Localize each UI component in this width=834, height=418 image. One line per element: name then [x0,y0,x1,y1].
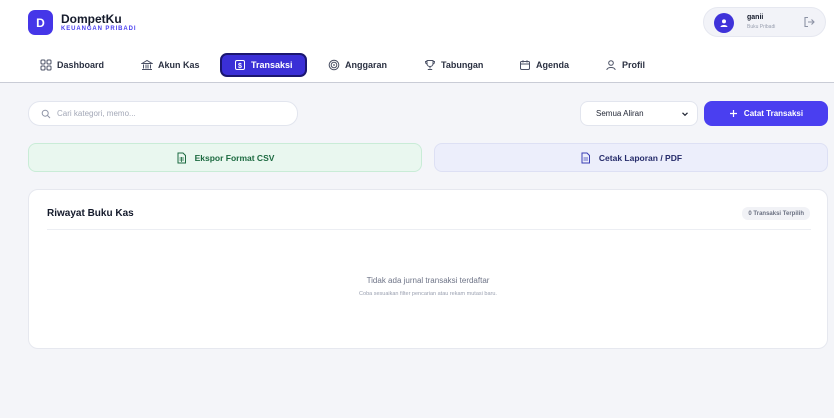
nav-item-transaksi[interactable]: $ Transaksi [220,53,307,77]
calendar-icon [520,60,530,70]
nav-item-profil[interactable]: Profil [597,53,653,77]
nav-item-agenda[interactable]: Agenda [511,53,577,77]
nav-label: Transaksi [251,60,293,70]
brand-subtitle: KEUANGAN PRIBADI [61,26,137,32]
search-input[interactable] [57,109,277,118]
search-bar[interactable] [28,101,298,126]
history-title: Riwayat Buku Kas [47,208,134,219]
trophy-icon [425,60,435,70]
transaction-count-badge: 0 Transaksi Terpilih [742,207,810,220]
plus-icon [729,110,737,117]
avatar[interactable] [714,13,734,33]
dollar-box-icon: $ [235,60,245,70]
main-nav: Dashboard Akun Kas $ Transaksi Anggaran … [0,46,834,83]
add-transaction-label: Catat Transaksi [743,109,804,118]
print-pdf-label: Cetak Laporan / PDF [598,152,683,163]
user-role: Buku Pribadi [747,24,776,30]
divider [47,229,811,230]
nav-item-akun-kas[interactable]: Akun Kas [133,53,208,77]
bank-icon [141,59,153,70]
nav-item-anggaran[interactable]: Anggaran [320,53,395,77]
nav-item-tabungan[interactable]: Tabungan [416,53,491,77]
nav-label: Akun Kas [158,60,200,70]
nav-label: Dashboard [57,60,105,70]
user-menu[interactable]: ganii Buku Pribadi [703,7,826,37]
user-icon [606,60,616,71]
export-csv-button[interactable]: Ekspor Format CSV [28,143,422,172]
empty-state-title: Tidak ada jurnal transaksi terdaftar [366,276,490,285]
target-icon [328,59,340,71]
nav-item-dashboard[interactable]: Dashboard [32,53,112,77]
user-name: ganii [747,14,764,21]
nav-label: Anggaran [345,60,388,70]
document-icon [581,152,590,163]
print-pdf-button[interactable]: Cetak Laporan / PDF [434,143,828,172]
brand-logo[interactable]: D [28,10,53,35]
app-header: D DompetKu KEUANGAN PRIBADI ganii Buku P… [0,0,834,46]
flow-filter-select[interactable]: Semua Aliran [580,101,698,126]
brand-name: DompetKu [61,12,122,26]
empty-state-subtitle: Coba sesuaikan filter pencarian atau rek… [359,291,497,297]
nav-label: Agenda [536,60,570,70]
nav-label: Profil [622,60,646,70]
history-card: Riwayat Buku Kas 0 Transaksi Terpilih Ti… [28,189,828,349]
svg-text:$: $ [238,63,242,70]
chevron-down-icon [682,112,688,117]
grid-icon [40,59,52,71]
spreadsheet-icon [177,152,186,163]
flow-filter-value: Semua Aliran [596,109,644,118]
add-transaction-button[interactable]: Catat Transaksi [704,101,828,126]
user-icon [720,19,728,27]
search-icon [41,109,51,118]
logout-icon[interactable] [802,15,816,29]
export-csv-label: Ekspor Format CSV [194,152,275,163]
nav-label: Tabungan [441,60,484,70]
